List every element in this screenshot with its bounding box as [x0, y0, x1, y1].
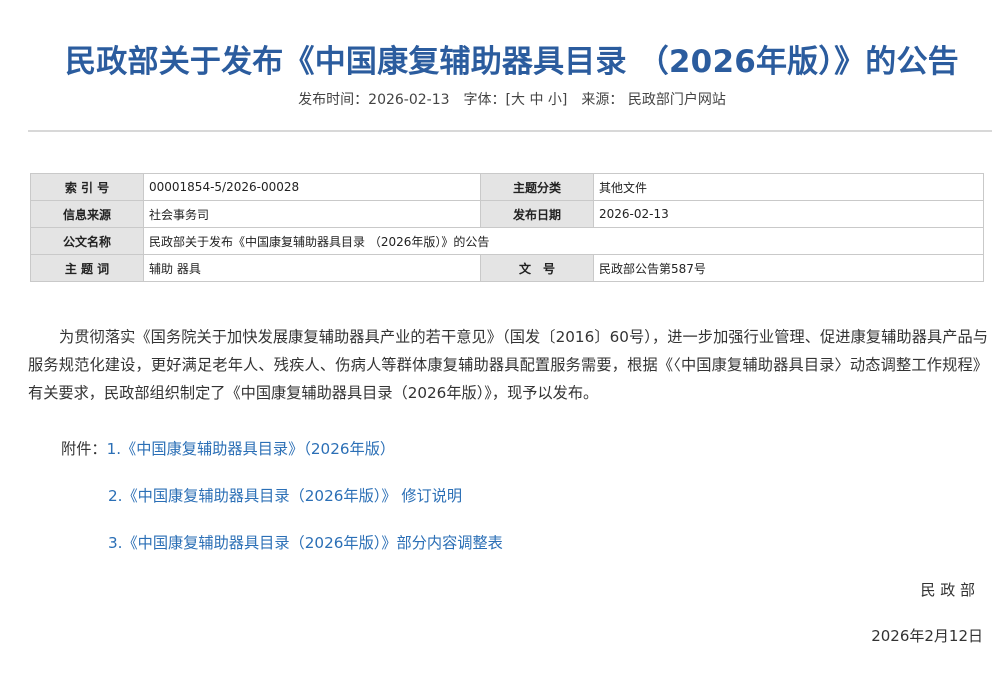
font-large-button[interactable]: 大: [511, 92, 525, 108]
publish-date-label: 发布时间：: [298, 92, 369, 108]
attachment-link-3[interactable]: 3.《中国康复辅助器具目录（2026年版）》部分内容调整表: [108, 534, 503, 552]
publish-date-table-value: 2026-02-13: [593, 200, 984, 228]
index-number-value: 00001854-5/2026-00028: [143, 173, 481, 201]
info-source-value: 社会事务司: [143, 200, 481, 228]
attachment-line-3: 3.《中国康复辅助器具目录（2026年版）》部分内容调整表: [108, 531, 503, 553]
header-divider: [28, 130, 992, 132]
attachment-prefix: 附件：: [61, 440, 107, 458]
font-small-button[interactable]: 小: [548, 92, 562, 108]
attachment-link-2[interactable]: 2.《中国康复辅助器具目录（2026年版）》 修订说明: [108, 487, 462, 505]
source-label: 来源：: [581, 92, 624, 108]
font-medium-button[interactable]: 中: [529, 92, 543, 108]
issuer-signature: 民 政 部: [920, 581, 975, 599]
source-value: 民政部门户网站: [627, 92, 726, 108]
font-size-label: 字体：: [463, 92, 506, 108]
document-name-label: 公文名称: [30, 227, 144, 255]
document-name-value: 民政部关于发布《中国康复辅助器具目录 （2026年版）》的公告: [143, 227, 984, 255]
attachment-line-2: 2.《中国康复辅助器具目录（2026年版）》 修订说明: [108, 484, 462, 506]
keywords-label: 主 题 词: [30, 254, 144, 282]
document-number-label: 文 号: [480, 254, 594, 282]
attachment-line-1: 附件：1.《中国康复辅助器具目录》（2026年版）: [61, 437, 395, 459]
signature-date: 2026年2月12日: [871, 627, 983, 645]
category-label: 主题分类: [480, 173, 594, 201]
publish-date: 2026-02-13: [368, 92, 450, 108]
font-size-close-bracket: ]: [561, 92, 568, 108]
table-row: 信息来源 社会事务司 发布日期 2026-02-13: [30, 200, 984, 228]
table-row: 索 引 号 00001854-5/2026-00028 主题分类 其他文件: [30, 173, 984, 201]
table-row: 公文名称 民政部关于发布《中国康复辅助器具目录 （2026年版）》的公告: [30, 227, 984, 255]
document-info-table: 索 引 号 00001854-5/2026-00028 主题分类 其他文件 信息…: [30, 173, 984, 282]
document-number-value: 民政部公告第587号: [593, 254, 984, 282]
category-value: 其他文件: [593, 173, 984, 201]
article-meta: 发布时间：2026-02-13 字体：[大 中 小] 来源： 民政部门户网站: [0, 89, 1007, 109]
table-row: 主 题 词 辅助 器具 文 号 民政部公告第587号: [30, 254, 984, 282]
page-title: 民政部关于发布《中国康复辅助器具目录 （2026年版）》的公告: [65, 44, 959, 80]
info-source-label: 信息来源: [30, 200, 144, 228]
keywords-value: 辅助 器具: [143, 254, 481, 282]
publish-date-table-label: 发布日期: [480, 200, 594, 228]
announcement-paragraph: 为贯彻落实《国务院关于加快发展康复辅助器具产业的若干意见》（国发〔2016〕60…: [28, 328, 988, 402]
attachment-link-1[interactable]: 1.《中国康复辅助器具目录》（2026年版）: [107, 440, 396, 458]
index-number-label: 索 引 号: [30, 173, 144, 201]
